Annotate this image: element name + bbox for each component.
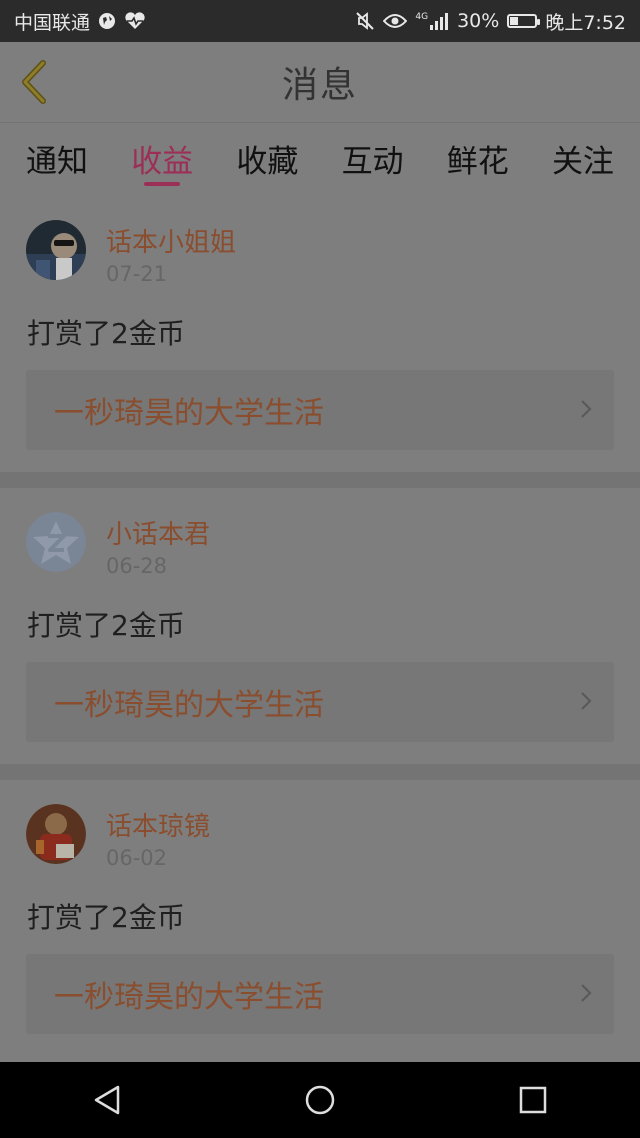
- page-title: 消息: [281, 65, 358, 106]
- avatar[interactable]: [26, 804, 86, 864]
- avatar[interactable]: [26, 512, 86, 572]
- book-title: 一秒琦昊的大学生活: [54, 980, 324, 1015]
- square-recents-icon: [520, 1086, 547, 1114]
- circle-home-icon: [305, 1085, 335, 1115]
- battery-percent: 30%: [457, 10, 500, 32]
- heart-rate-icon: [124, 12, 146, 30]
- triangle-back-icon: [94, 1085, 119, 1115]
- message-date: 07-21: [106, 262, 168, 286]
- book-link[interactable]: 一秒琦昊的大学生活: [26, 954, 614, 1034]
- avatar[interactable]: [26, 220, 86, 280]
- chevron-right-icon: [581, 692, 592, 710]
- book-link[interactable]: 一秒琦昊的大学生活: [26, 662, 614, 742]
- message-text: 打赏了2金币: [27, 609, 185, 642]
- tab-bar: 通知 收益 收藏 互动 鲜花 关注: [0, 122, 640, 194]
- tab-flowers[interactable]: 鲜花: [447, 122, 509, 194]
- nav-home-button[interactable]: [290, 1070, 350, 1130]
- message-text: 打赏了2金币: [27, 901, 185, 934]
- tab-favorites[interactable]: 收藏: [236, 122, 298, 194]
- eye-icon: [383, 13, 408, 29]
- list-item: 小话本君 06-28 打赏了2金币 一秒琦昊的大学生活: [0, 488, 640, 764]
- message-list: 话本小姐姐 07-21 打赏了2金币 一秒琦昊的大学生活 小话本君 06-28 …: [0, 196, 640, 1056]
- tab-notifications[interactable]: 通知: [26, 122, 88, 194]
- list-item: 话本琼镜 06-02 打赏了2金币 一秒琦昊的大学生活: [0, 780, 640, 1056]
- username[interactable]: 话本琼镜: [106, 806, 210, 843]
- nav-recents-button[interactable]: [503, 1070, 563, 1130]
- username[interactable]: 话本小姐姐: [106, 222, 236, 259]
- list-item: 话本小姐姐 07-21 打赏了2金币 一秒琦昊的大学生活: [0, 196, 640, 472]
- chevron-left-icon: [22, 60, 46, 104]
- status-bar: 中国联通 4G 30% 晚上7:52: [0, 0, 640, 42]
- chevron-right-icon: [581, 984, 592, 1002]
- active-tab-indicator: [144, 182, 181, 186]
- nav-back-button[interactable]: [77, 1070, 137, 1130]
- mute-icon: [355, 11, 375, 31]
- app-header: 消息: [0, 42, 640, 123]
- book-link[interactable]: 一秒琦昊的大学生活: [26, 370, 614, 450]
- divider: [0, 764, 640, 780]
- username[interactable]: 小话本君: [106, 514, 210, 551]
- message-date: 06-28: [106, 554, 168, 578]
- book-title: 一秒琦昊的大学生活: [54, 688, 324, 723]
- divider: [0, 472, 640, 488]
- carrier-label: 中国联通: [14, 11, 91, 34]
- battery-icon: [507, 14, 541, 28]
- system-nav-bar: [0, 1062, 640, 1138]
- chevron-right-icon: [581, 400, 592, 418]
- tab-interactions[interactable]: 互动: [342, 122, 404, 194]
- tab-following[interactable]: 关注: [552, 122, 614, 194]
- globe-icon: [98, 12, 116, 30]
- message-date: 06-02: [106, 846, 168, 870]
- clock: 晚上7:52: [545, 11, 626, 34]
- signal-icon: 4G: [415, 12, 449, 30]
- back-button[interactable]: [14, 58, 54, 106]
- message-text: 打赏了2金币: [27, 317, 185, 350]
- book-title: 一秒琦昊的大学生活: [54, 396, 324, 431]
- tab-earnings[interactable]: 收益: [131, 122, 193, 194]
